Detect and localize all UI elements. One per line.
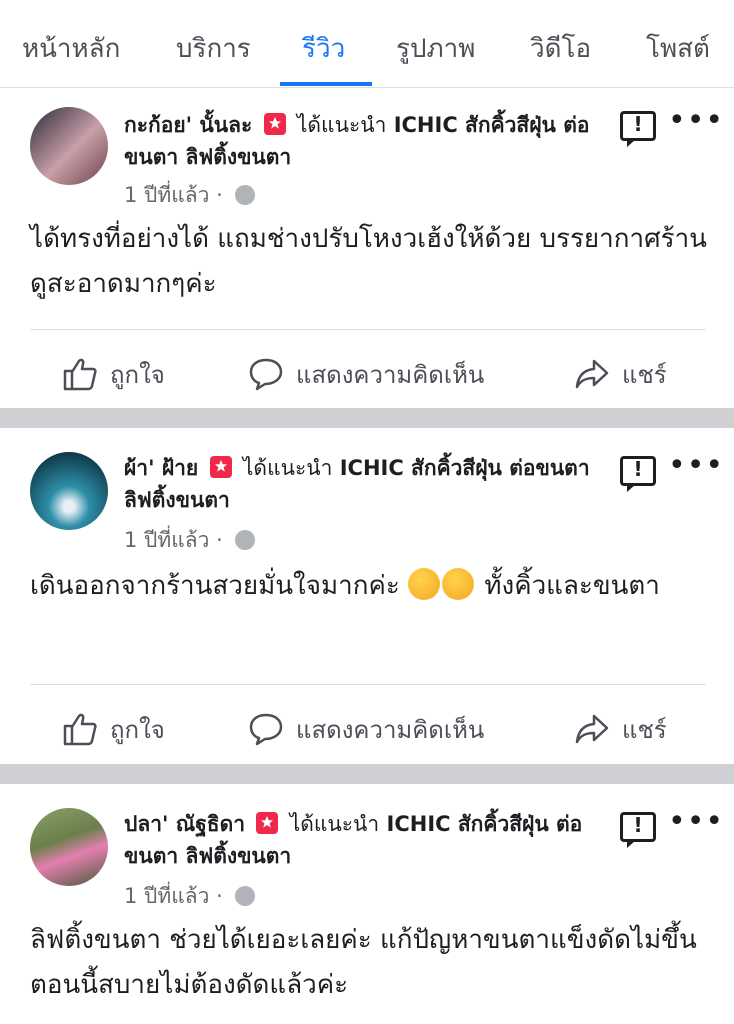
- meta-dot: ·: [216, 528, 223, 552]
- report-icon[interactable]: !: [620, 111, 656, 147]
- smile-emoji-icon: [408, 568, 441, 600]
- recommend-verb: ได้แนะนำ: [289, 812, 380, 836]
- comment-icon: [249, 358, 283, 391]
- review-text: ลิฟติ้งขนตา ช่วยได้เยอะเลยค่ะ แก้ปัญหาขน…: [30, 925, 697, 1000]
- report-icon[interactable]: !: [620, 812, 656, 848]
- post-time[interactable]: 1 ปีที่แล้ว: [124, 528, 209, 552]
- tab-services[interactable]: บริการ: [176, 28, 251, 69]
- author-name[interactable]: ผ้า' ฝ้าย: [124, 456, 198, 480]
- comment-label: แสดงความคิดเห็น: [296, 716, 485, 744]
- recommend-verb: ได้แนะนำ: [242, 456, 333, 480]
- report-icon[interactable]: !: [620, 456, 656, 492]
- comment-label: แสดงความคิดเห็น: [296, 361, 485, 389]
- share-label: แชร์: [622, 361, 667, 389]
- comment-icon: [249, 713, 283, 746]
- smile-emoji-icon: [442, 568, 475, 600]
- share-button[interactable]: แชร์: [574, 355, 667, 394]
- review-text: เดินออกจากร้านสวยมั่นใจมากค่ะ ทั้งคิ้วแล…: [30, 564, 710, 609]
- avatar[interactable]: [30, 808, 108, 886]
- globe-icon: [235, 530, 256, 550]
- tab-videos[interactable]: วิดีโอ: [530, 28, 591, 69]
- recommend-icon: [209, 456, 232, 478]
- post-meta: 1 ปีที่แล้ว ·: [124, 524, 256, 557]
- post-separator: [0, 764, 734, 784]
- recommend-verb: ได้แนะนำ: [296, 113, 387, 137]
- tab-bar: หน้าหลัก บริการ รีวิว รูปภาพ วิดีโอ โพสต…: [0, 0, 734, 88]
- review-post: กะก้อย' นั้นละ ได้แนะนำ ICHIC สักคิ้วสีฝ…: [0, 89, 734, 407]
- post-header: กะก้อย' นั้นละ ได้แนะนำ ICHIC สักคิ้วสีฝ…: [124, 109, 604, 173]
- recommend-icon: [256, 812, 279, 834]
- globe-icon: [235, 185, 256, 205]
- author-name[interactable]: กะก้อย' นั้นละ: [124, 113, 252, 137]
- more-icon[interactable]: •••: [668, 103, 724, 138]
- review-text-part: ทั้งคิ้วและขนตา: [484, 571, 660, 601]
- recommend-icon: [263, 113, 286, 135]
- active-tab-indicator: [280, 82, 372, 86]
- share-button[interactable]: แชร์: [574, 710, 667, 749]
- share-label: แชร์: [622, 716, 667, 744]
- share-icon: [575, 359, 609, 389]
- post-separator: [0, 408, 734, 428]
- like-icon: [63, 358, 97, 391]
- post-meta: 1 ปีที่แล้ว ·: [124, 880, 256, 913]
- avatar[interactable]: [30, 107, 108, 185]
- like-label: ถูกใจ: [110, 361, 165, 389]
- review-text: ได้ทรงที่อย่างได้ แถมช่างปรับโหงวเฮ้งให้…: [30, 224, 707, 299]
- more-icon[interactable]: •••: [668, 804, 724, 839]
- like-label: ถูกใจ: [110, 716, 165, 744]
- divider: [30, 684, 706, 685]
- like-button[interactable]: ถูกใจ: [62, 355, 165, 394]
- tab-reviews[interactable]: รีวิว: [302, 28, 345, 69]
- post-header: ผ้า' ฝ้าย ได้แนะนำ ICHIC สักคิ้วสีฝุ่น ต…: [124, 452, 604, 516]
- review-post: ผ้า' ฝ้าย ได้แนะนำ ICHIC สักคิ้วสีฝุ่น ต…: [0, 428, 734, 764]
- author-name[interactable]: ปลา' ณัฐธิดา: [124, 812, 245, 836]
- like-icon: [63, 713, 97, 746]
- tab-posts[interactable]: โพสต์: [646, 28, 710, 69]
- globe-icon: [235, 886, 256, 906]
- tab-home[interactable]: หน้าหลัก: [22, 28, 120, 69]
- meta-dot: ·: [216, 183, 223, 207]
- more-icon[interactable]: •••: [668, 448, 724, 483]
- like-button[interactable]: ถูกใจ: [62, 710, 165, 749]
- share-icon: [575, 714, 609, 744]
- post-header: ปลา' ณัฐธิดา ได้แนะนำ ICHIC สักคิ้วสีฝุ่…: [124, 808, 604, 872]
- avatar[interactable]: [30, 452, 108, 530]
- post-meta: 1 ปีที่แล้ว ·: [124, 179, 256, 212]
- meta-dot: ·: [216, 884, 223, 908]
- post-time[interactable]: 1 ปีที่แล้ว: [124, 183, 209, 207]
- review-text-part: เดินออกจากร้านสวยมั่นใจมากค่ะ: [30, 571, 400, 601]
- comment-button[interactable]: แสดงความคิดเห็น: [248, 355, 484, 394]
- comment-button[interactable]: แสดงความคิดเห็น: [248, 710, 484, 749]
- divider: [30, 329, 706, 330]
- tab-photos[interactable]: รูปภาพ: [396, 28, 475, 69]
- review-post: ปลา' ณัฐธิดา ได้แนะนำ ICHIC สักคิ้วสีฝุ่…: [0, 784, 734, 1024]
- post-time[interactable]: 1 ปีที่แล้ว: [124, 884, 209, 908]
